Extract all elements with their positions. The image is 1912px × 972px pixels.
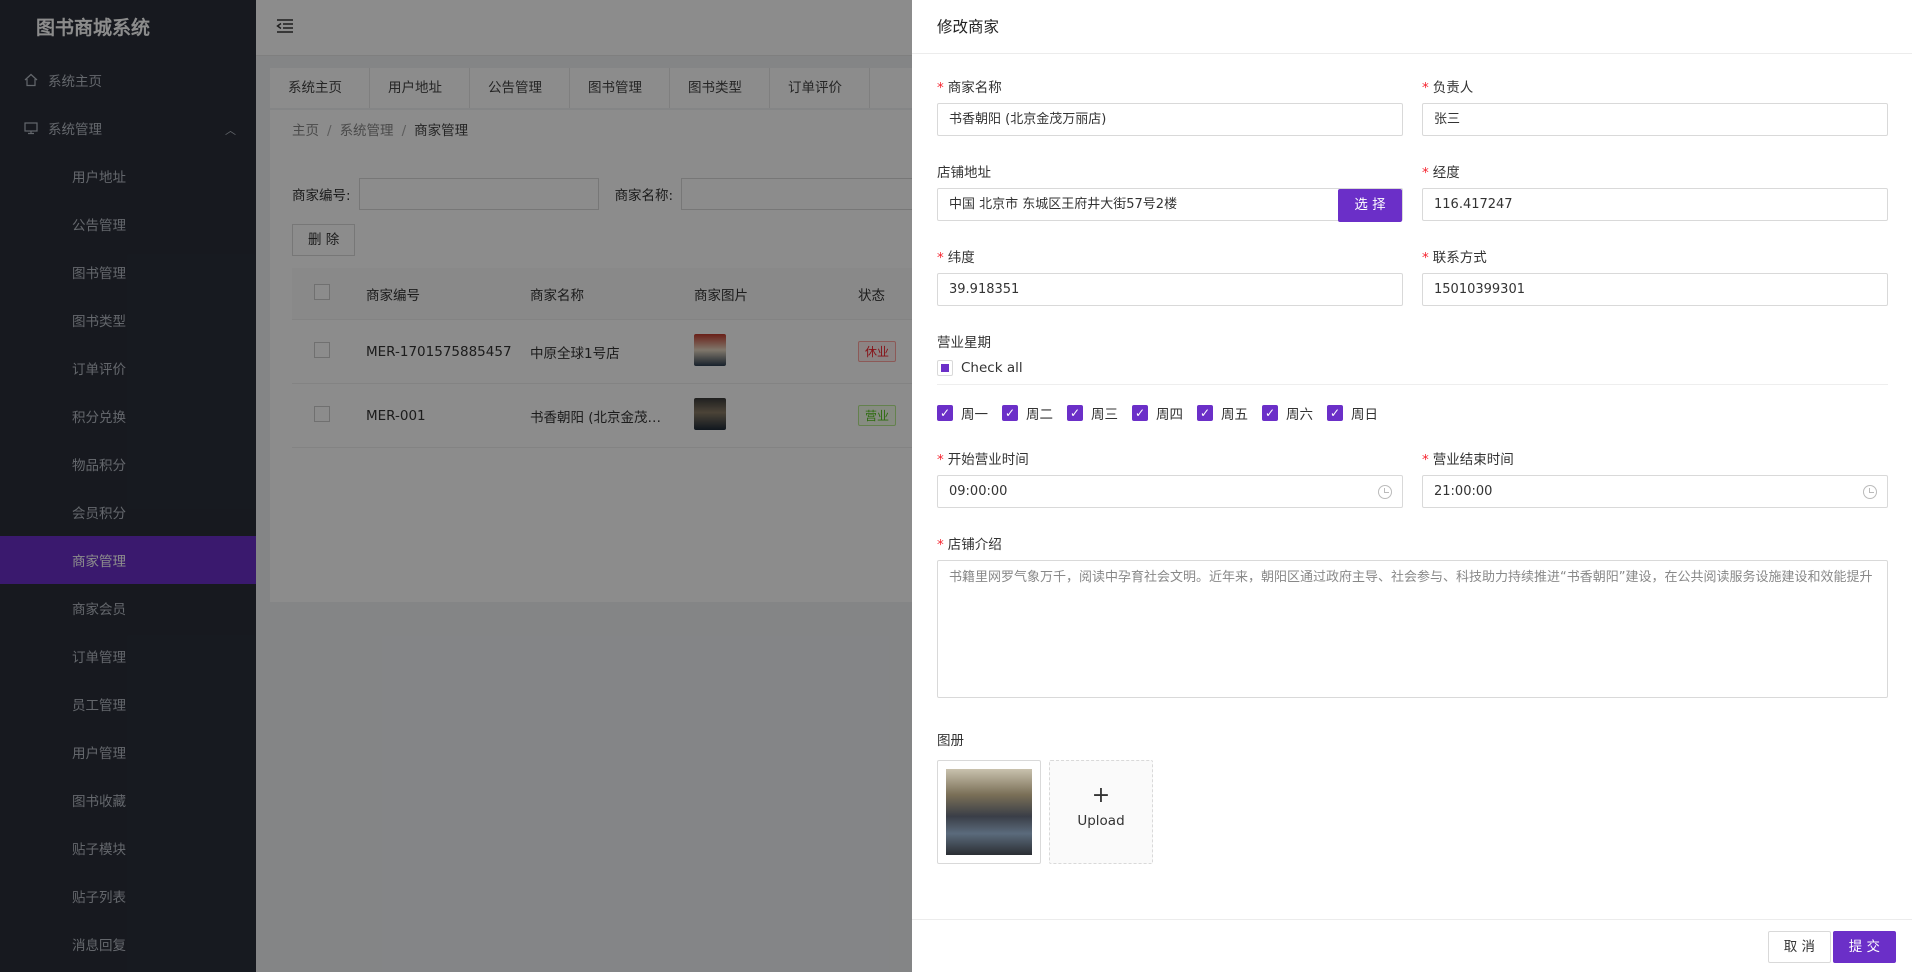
latitude-input[interactable]: 39.918351 [937, 273, 1403, 306]
edit-merchant-drawer: 修改商家 * 商家名称 书香朝阳 (北京金茂万丽店) * 负责人 张三 店铺地址 中… [912, 0, 1912, 972]
checkmark-icon: ✓ [937, 405, 953, 421]
check-all-label: Check all [961, 360, 1023, 376]
field-label: 负责人 [1432, 80, 1474, 96]
weekday-label: 周一 [961, 407, 988, 423]
checkmark-icon: ✓ [1002, 405, 1018, 421]
open-time-input[interactable]: 09:00:00 [937, 475, 1403, 508]
field-label: 营业结束时间 [1432, 452, 1514, 468]
drawer-title: 修改商家 [912, 0, 1912, 54]
longitude-field: * 经度 116.417247 [1422, 162, 1888, 221]
address-input[interactable]: 中国 北京市 东城区王府井大街57号2楼 选 择 [937, 188, 1403, 222]
latitude-field: * 纬度 39.918351 [937, 247, 1403, 306]
weekday-options: ✓ 周一 ✓ 周二 ✓ 周三 ✓ 周四 ✓ 周五 ✓ 周六 ✓ 周日 [937, 403, 1888, 423]
weekday-checkbox[interactable]: ✓ 周五 [1197, 403, 1248, 423]
upload-label: Upload [1077, 813, 1125, 829]
cancel-button[interactable]: 取 消 [1767, 931, 1831, 963]
address-field: 店铺地址 中国 北京市 东城区王府井大街57号2楼 选 择 [937, 162, 1403, 222]
contact-input[interactable]: 15010399301 [1422, 273, 1888, 306]
checkmark-icon: ✓ [1327, 405, 1343, 421]
weekday-checkbox[interactable]: ✓ 周一 [937, 403, 988, 423]
indeterminate-icon [937, 360, 953, 376]
check-all-checkbox[interactable]: Check all [937, 360, 1023, 376]
app-root: 图书商城系统 系统主页 系统管理 ︿ 用户地址 公告管理 图书管理 图书类型 订单评价积… [0, 0, 1912, 972]
open-time-field: * 开始营业时间 09:00:00 [937, 449, 1403, 508]
weekday-label: 周四 [1156, 407, 1183, 423]
field-label: 店铺介绍 [947, 537, 1002, 553]
select-address-button[interactable]: 选 择 [1338, 189, 1402, 222]
field-label: 纬度 [947, 250, 975, 266]
field-label: 联系方式 [1432, 250, 1487, 266]
weekdays-field: 营业星期 Check all ✓ 周一 ✓ 周二 ✓ 周三 ✓ 周四 ✓ 周五 ✓ 周六 ✓ 周日 [937, 332, 1888, 423]
contact-field: * 联系方式 15010399301 [1422, 247, 1888, 306]
weekday-label: 周五 [1221, 407, 1248, 423]
drawer-footer: 取 消 提 交 [912, 919, 1912, 972]
weekday-label: 周三 [1091, 407, 1118, 423]
manager-input[interactable]: 张三 [1422, 103, 1888, 136]
weekday-checkbox[interactable]: ✓ 周三 [1067, 403, 1118, 423]
weekday-checkbox[interactable]: ✓ 周六 [1262, 403, 1313, 423]
field-label: 商家名称 [947, 80, 1002, 96]
close-time-field: * 营业结束时间 21:00:00 [1422, 449, 1888, 508]
weekday-checkbox[interactable]: ✓ 周四 [1132, 403, 1183, 423]
checkmark-icon: ✓ [1067, 405, 1083, 421]
album-image[interactable] [937, 760, 1041, 864]
submit-button[interactable]: 提 交 [1832, 931, 1896, 963]
field-label: 开始营业时间 [947, 452, 1029, 468]
weekday-checkbox[interactable]: ✓ 周日 [1327, 403, 1378, 423]
weekday-label: 周日 [1351, 407, 1378, 423]
intro-field: * 店铺介绍 书籍里网罗气象万千，阅读中孕育社会文明。近年来，朝阳区通过政府主导、… [937, 534, 1888, 698]
merchant-name-field: * 商家名称 书香朝阳 (北京金茂万丽店) [937, 77, 1403, 136]
album-field: 图册 + Upload [937, 730, 1888, 870]
field-label: 店铺地址 [937, 165, 991, 181]
weekday-checkbox[interactable]: ✓ 周二 [1002, 403, 1053, 423]
weekday-label: 周二 [1026, 407, 1053, 423]
upload-button[interactable]: + Upload [1049, 760, 1153, 864]
clock-icon [1863, 485, 1877, 499]
field-label: 图册 [937, 733, 964, 749]
shop-photo [946, 769, 1032, 855]
merchant-name-input[interactable]: 书香朝阳 (北京金茂万丽店) [937, 103, 1403, 136]
checkmark-icon: ✓ [1132, 405, 1148, 421]
close-time-value: 21:00:00 [1434, 484, 1493, 499]
manager-field: * 负责人 张三 [1422, 77, 1888, 136]
intro-textarea[interactable]: 书籍里网罗气象万千，阅读中孕育社会文明。近年来，朝阳区通过政府主导、社会参与、科… [937, 560, 1888, 698]
field-label: 营业星期 [937, 335, 991, 351]
weekday-label: 周六 [1286, 407, 1313, 423]
close-time-input[interactable]: 21:00:00 [1422, 475, 1888, 508]
clock-icon [1378, 485, 1392, 499]
address-value: 中国 北京市 东城区王府井大街57号2楼 [949, 197, 1178, 212]
plus-icon: + [1091, 783, 1111, 808]
longitude-input[interactable]: 116.417247 [1422, 188, 1888, 221]
checkmark-icon: ✓ [1262, 405, 1278, 421]
field-label: 经度 [1432, 165, 1460, 181]
checkmark-icon: ✓ [1197, 405, 1213, 421]
open-time-value: 09:00:00 [949, 484, 1008, 499]
